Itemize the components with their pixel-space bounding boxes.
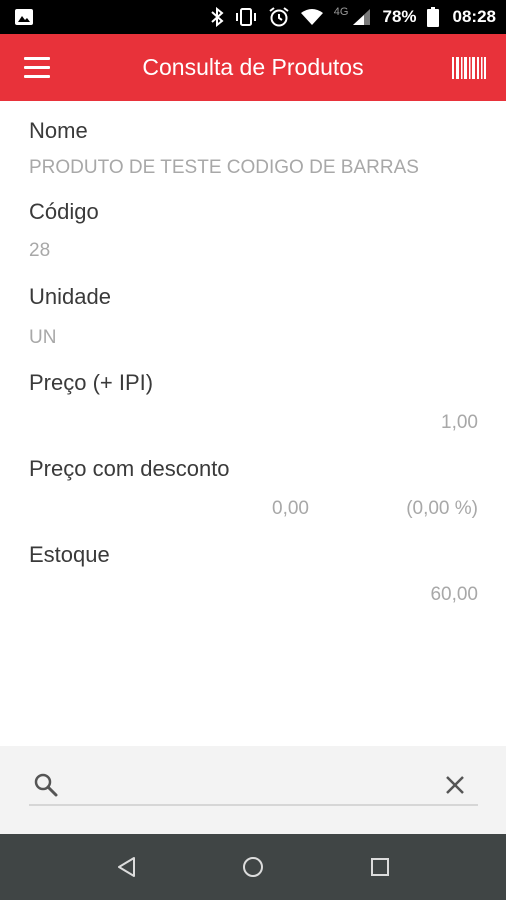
stock-label: Estoque [29, 542, 110, 567]
product-details: Nome PRODUTO DE TESTE CODIGO DE BARRAS C… [0, 101, 506, 746]
price-label: Preço (+ IPI) [29, 370, 154, 395]
code-label: Código [29, 199, 99, 224]
discount-price-value: 0,00 [272, 498, 309, 519]
status-bar: 4G 78% 08:28 [0, 0, 506, 34]
home-circle-icon[interactable] [238, 852, 268, 882]
stock-value: 60,00 [430, 584, 478, 605]
search-field [29, 762, 478, 806]
battery-percent: 78% [382, 7, 417, 26]
system-nav-bar [0, 834, 506, 900]
battery-icon [426, 7, 439, 27]
clock: 08:28 [452, 7, 496, 26]
unit-label: Unidade [29, 284, 111, 309]
image-notification-icon [14, 7, 34, 27]
name-value: PRODUTO DE TESTE CODIGO DE BARRAS [29, 157, 419, 178]
price-value: 1,00 [441, 412, 478, 433]
page-title: Consulta de Produtos [142, 54, 364, 80]
close-icon[interactable] [444, 774, 466, 796]
discount-price-label: Preço com desconto [29, 456, 230, 481]
search-icon[interactable] [33, 772, 59, 798]
network-type-label: 4G [333, 6, 349, 18]
cell-signal-icon [352, 8, 372, 26]
back-triangle-icon[interactable] [112, 852, 142, 882]
barcode-icon[interactable] [452, 54, 486, 82]
name-label: Nome [29, 118, 88, 143]
code-value: 28 [29, 240, 51, 261]
recents-square-icon[interactable] [365, 852, 395, 882]
vibrate-icon [234, 7, 258, 27]
search-input[interactable] [73, 766, 423, 800]
alarm-icon [268, 6, 290, 28]
hamburger-menu-icon[interactable] [22, 56, 54, 80]
bluetooth-icon [210, 7, 224, 27]
discount-percent-value: (0,00 %) [406, 498, 478, 519]
wifi-icon [300, 8, 324, 26]
unit-value: UN [29, 327, 57, 348]
search-bar [0, 746, 506, 834]
app-bar: Consulta de Produtos [0, 34, 506, 101]
